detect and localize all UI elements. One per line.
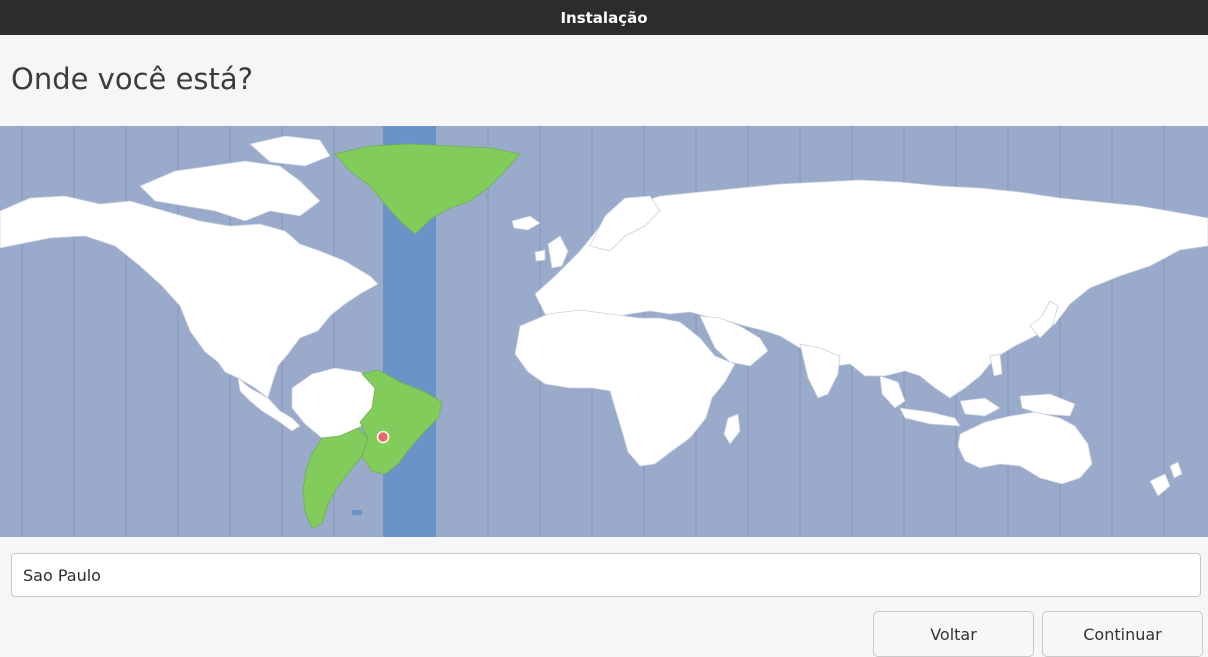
back-button[interactable]: Voltar: [873, 611, 1034, 657]
window-titlebar: Instalação: [0, 0, 1208, 35]
falklands: [352, 510, 362, 515]
page-title: Onde você está?: [11, 62, 254, 96]
continue-button[interactable]: Continuar: [1042, 611, 1203, 657]
location-input[interactable]: [11, 553, 1201, 597]
window-title: Instalação: [560, 8, 648, 27]
world-map-graphic[interactable]: [0, 126, 1208, 537]
location-marker-icon[interactable]: [376, 430, 390, 444]
timezone-map[interactable]: [0, 126, 1208, 537]
